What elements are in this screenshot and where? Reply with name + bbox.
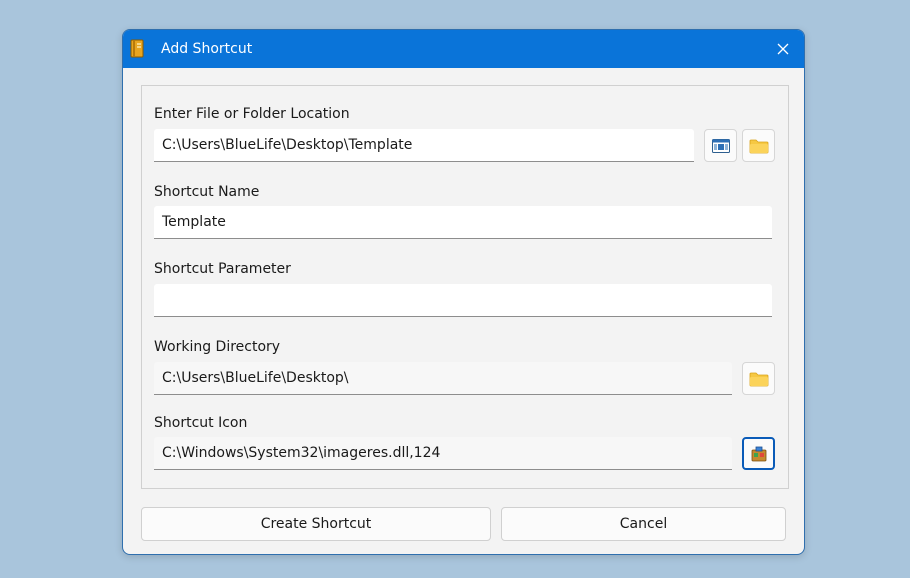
cancel-button[interactable]: Cancel (501, 507, 786, 541)
create-shortcut-button[interactable]: Create Shortcut (141, 507, 491, 541)
add-shortcut-dialog: Add Shortcut Enter File or Folder Locati… (122, 29, 805, 555)
location-input[interactable]: C:\Users\BlueLife\Desktop\Template (154, 129, 694, 162)
close-button[interactable] (770, 36, 796, 62)
location-label: Enter File or Folder Location (154, 106, 350, 122)
change-icon-button[interactable] (742, 437, 775, 470)
close-icon (777, 43, 789, 55)
name-input[interactable]: Template (154, 206, 772, 239)
icon-path-input[interactable]: C:\Windows\System32\imageres.dll,124 (154, 437, 732, 470)
name-label: Shortcut Name (154, 184, 260, 200)
working-dir-input[interactable]: C:\Users\BlueLife\Desktop\ (154, 362, 732, 395)
icon-picker-icon (751, 446, 766, 461)
folder-icon (749, 372, 768, 386)
choose-file-button[interactable] (704, 129, 737, 162)
parameter-label: Shortcut Parameter (154, 261, 291, 277)
app-book-icon (130, 39, 146, 58)
settings-group: Enter File or Folder Location C:\Users\B… (141, 85, 789, 489)
parameter-input[interactable] (154, 284, 772, 317)
browse-folder-button[interactable] (742, 129, 775, 162)
working-dir-label: Working Directory (154, 339, 281, 355)
folder-icon (749, 139, 768, 153)
window-file-icon (711, 138, 730, 153)
browse-working-dir-button[interactable] (742, 362, 775, 395)
icon-label: Shortcut Icon (154, 415, 248, 431)
title-bar: Add Shortcut (123, 30, 804, 68)
window-title: Add Shortcut (161, 41, 253, 57)
